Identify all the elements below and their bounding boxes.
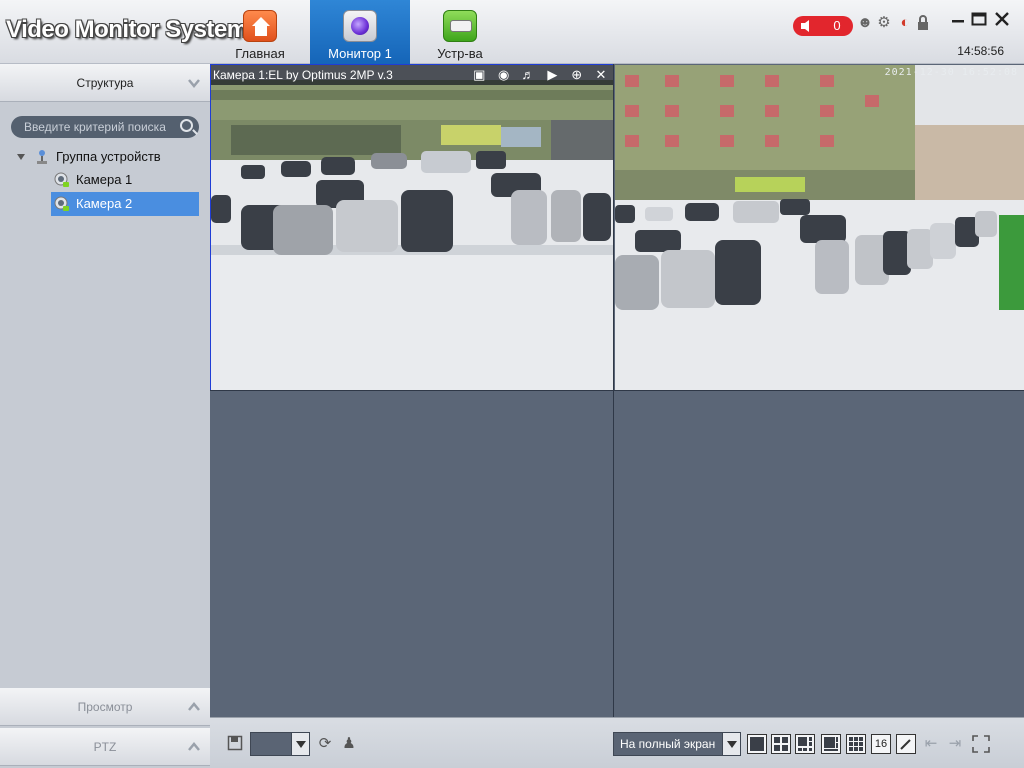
lock-icon[interactable] [915,15,931,31]
structure-label: Структура [76,76,134,90]
user-icon[interactable]: ☻ [857,15,873,31]
video-pane-3[interactable] [211,391,613,717]
camera-icon [54,172,69,187]
monitor-icon [343,10,377,42]
tab-monitor-1[interactable]: Монитор 1 [310,0,410,64]
next-page-icon[interactable]: ⇥ [946,735,964,753]
video-pane-1[interactable]: Камера 1:EL by Optimus 2MP v.3 ▣ ◉ ♬ ▶ ⊕… [210,64,614,391]
refresh-icon[interactable]: ⟳ [316,735,334,753]
record-icon[interactable]: ▣ [471,65,487,85]
close-button[interactable] [993,10,1011,28]
tab-home-label: Главная [235,46,285,61]
preview-label: Просмотр [77,700,133,714]
dropdown-arrow-icon[interactable] [291,733,309,755]
tree-camera-1-label: Камера 1 [76,172,133,187]
audio-icon[interactable]: ♬ [520,65,536,85]
tree-camera-2[interactable]: Камера 2 [51,192,199,216]
layout-16-button[interactable]: 16 [871,734,891,754]
camera-icon [54,196,69,211]
chevron-up-icon [188,742,200,751]
layout-4-button[interactable] [771,734,791,754]
alarm-button[interactable]: 0 [793,16,853,36]
device-icon [443,10,477,42]
layout-1-button[interactable] [747,734,767,754]
video-pane-2[interactable]: 2021-12-30 16:52:08 [615,65,1024,390]
minimize-button[interactable] [949,10,967,28]
camera-toolbar: ▣ ◉ ♬ ▶ ⊕ ✕ [466,65,609,85]
search-placeholder: Введите критерий поиска [24,120,166,134]
gear-icon[interactable]: ⚙ [876,15,892,31]
video-pane-4[interactable] [615,391,1024,717]
tab-devices-label: Устр-ва [437,46,483,61]
fullscreen-mode-select[interactable]: На полный экран [613,732,741,756]
grid-divider-horizontal [210,390,1024,391]
zoom-in-icon[interactable]: ⊕ [569,65,585,85]
camera-feed-1 [211,65,613,390]
snapshot-icon[interactable]: ◉ [496,65,512,85]
fullscreen-icon[interactable] [972,735,990,753]
layout-8-button[interactable] [821,734,841,754]
title-bar: Video Monitor System Главная Монитор 1 У… [0,0,1024,64]
expand-arrow-icon[interactable] [17,154,25,160]
device-group-icon [37,150,47,164]
chevron-up-icon [188,702,200,711]
tree-group-row[interactable]: Группа устройств [0,145,210,169]
chevron-down-icon [188,79,200,88]
ptz-label: PTZ [93,740,117,754]
close-icon[interactable]: ✕ [593,65,609,85]
home-icon [243,10,277,42]
layout-9-button[interactable] [846,734,866,754]
tab-home[interactable]: Главная [210,0,310,64]
preview-panel-header[interactable]: Просмотр [0,688,210,726]
play-icon[interactable]: ▶ [544,65,560,85]
camera-title-bar: Камера 1:EL by Optimus 2MP v.3 ▣ ◉ ♬ ▶ ⊕… [211,65,613,85]
tab-monitor-1-label: Монитор 1 [328,46,392,61]
tree-group-label: Группа устройств [56,149,161,164]
camera-timestamp: 2021-12-30 16:52:08 [884,67,1018,78]
dropdown-arrow-icon[interactable] [722,733,740,755]
maximize-button[interactable] [970,10,988,28]
custom-layout-button[interactable] [896,734,916,754]
search-input[interactable]: Введите критерий поиска [11,116,199,138]
structure-panel-header[interactable]: Структура [0,64,210,102]
tree-camera-1[interactable]: Камера 1 [51,168,199,192]
camera-feed-2 [615,65,1024,390]
fullscreen-mode-value: На полный экран [620,737,716,751]
clock: 14:58:56 [957,44,1004,58]
alarm-count: 0 [833,18,841,33]
prev-page-icon[interactable]: ⇤ [922,735,940,753]
user-settings-icon[interactable]: ♟ [340,735,358,753]
video-grid: Камера 1:EL by Optimus 2MP v.3 ▣ ◉ ♬ ▶ ⊕… [210,64,1024,717]
view-select[interactable] [250,732,310,756]
gauge-icon[interactable]: ◐ [897,15,913,31]
tab-devices[interactable]: Устр-ва [410,0,510,64]
tree-camera-2-label: Камера 2 [76,196,133,211]
sidebar: Структура Введите критерий поиска Группа… [0,64,210,768]
save-icon[interactable] [226,735,244,753]
ptz-panel-header[interactable]: PTZ [0,728,210,766]
bottom-toolbar: ⟳ ♟ На полный экран 16 ⇤ ⇥ [210,717,1024,768]
search-icon[interactable] [180,119,193,132]
camera-title: Камера 1:EL by Optimus 2MP v.3 [213,68,393,82]
layout-6-button[interactable] [795,734,815,754]
speaker-icon [801,20,809,32]
